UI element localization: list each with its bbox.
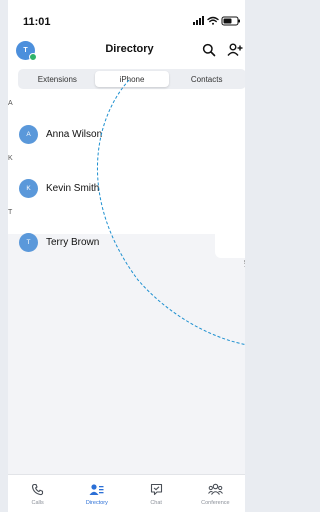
section-header-a: A — [8, 100, 13, 107]
source-segmented-control: Extensions iPhone Contacts — [18, 69, 245, 89]
contact-avatar: K — [19, 179, 38, 198]
contact-avatar: T — [19, 233, 38, 252]
contacts-icon — [89, 482, 104, 497]
contact-name: Terry Brown — [46, 237, 100, 248]
profile-avatar-initial: T — [23, 47, 28, 54]
phone-screen: 11:01 T Directory Extensions iPhone Cont… — [8, 0, 245, 512]
chat-icon — [149, 482, 164, 497]
tab-conference[interactable]: Conference — [186, 475, 245, 512]
tab-conference-label: Conference — [201, 500, 230, 506]
edge-index-label: T — [244, 266, 245, 272]
tab-directory-label: Directory — [85, 500, 108, 506]
contact-row[interactable]: T Terry Brown — [8, 230, 245, 256]
tab-calls[interactable]: Calls — [8, 475, 67, 512]
segment-contacts[interactable]: Contacts — [169, 71, 244, 87]
section-header-t: T — [8, 209, 13, 216]
status-time: 11:01 — [23, 16, 51, 28]
contact-avatar: A — [19, 125, 38, 144]
signal-icon — [193, 16, 204, 25]
contact-row[interactable]: K Kevin Smith — [8, 176, 245, 204]
battery-icon — [221, 16, 240, 26]
wifi-icon — [207, 16, 219, 25]
contact-name: Kevin Smith — [46, 183, 100, 194]
search-button[interactable] — [200, 41, 218, 59]
phone-icon — [30, 482, 45, 497]
tab-calls-label: Calls — [31, 500, 44, 506]
status-bar: 11:01 — [8, 0, 245, 34]
tab-bar: Calls Directory Chat Conference — [8, 474, 245, 512]
conference-icon — [207, 482, 223, 497]
modal-card — [215, 202, 245, 258]
section-header-k: K — [8, 155, 13, 162]
contact-row[interactable]: A Anna Wilson — [8, 122, 245, 150]
status-icons — [193, 16, 240, 26]
online-status-dot — [29, 53, 37, 61]
segment-extensions[interactable]: Extensions — [20, 71, 95, 87]
tab-chat[interactable]: Chat — [127, 475, 186, 512]
add-person-icon — [227, 43, 243, 56]
segment-iphone[interactable]: iPhone — [94, 71, 170, 87]
directory-panel: 11:01 T Directory Extensions iPhone Cont… — [8, 0, 245, 252]
search-icon — [202, 43, 216, 57]
tab-chat-label: Chat — [150, 500, 162, 506]
header: T Directory — [8, 34, 245, 66]
add-contact-button[interactable] — [226, 41, 244, 59]
tab-directory[interactable]: Directory — [67, 475, 126, 512]
contact-name: Anna Wilson — [46, 129, 103, 140]
page-title: Directory — [105, 43, 154, 55]
